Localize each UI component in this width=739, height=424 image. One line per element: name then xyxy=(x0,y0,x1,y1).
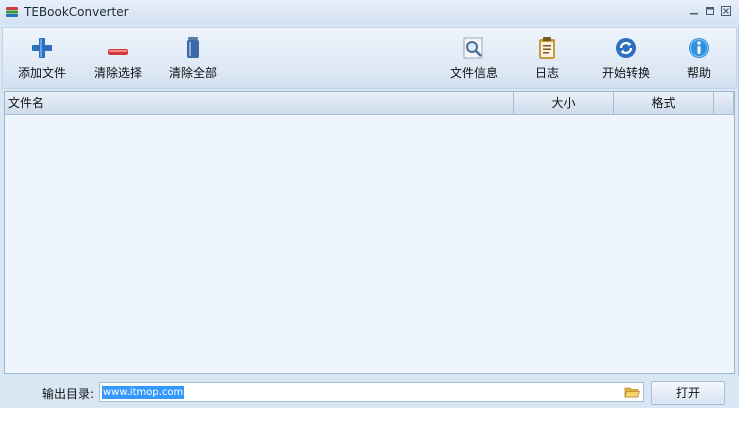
output-dir-value[interactable]: www.itmop.com xyxy=(102,386,185,399)
file-info-button[interactable]: 文件信息 xyxy=(446,31,502,87)
output-dir-field[interactable]: www.itmop.com xyxy=(99,382,644,402)
table-header: 文件名 大小 格式 xyxy=(5,92,734,115)
background-strip xyxy=(0,408,739,424)
trash-icon xyxy=(165,31,221,61)
column-header-spacer xyxy=(714,92,734,114)
toolbar: 添加文件 清除选择 清除全部 文件信息 日志 开始转换 帮助 xyxy=(2,27,737,89)
clear-all-button[interactable]: 清除全部 xyxy=(165,31,221,87)
column-header-format[interactable]: 格式 xyxy=(614,92,714,114)
app-window: TEBookConverter 添加文件 清除选择 清除全部 文件信息 日志 开… xyxy=(0,0,739,408)
open-button[interactable]: 打开 xyxy=(651,381,725,405)
clear-all-label: 清除全部 xyxy=(168,66,217,80)
minus-icon xyxy=(90,31,146,61)
output-bar: 输出目录: www.itmop.com 打开 xyxy=(0,376,739,408)
start-convert-button[interactable]: 开始转换 xyxy=(597,31,655,87)
folder-icon[interactable] xyxy=(624,385,641,399)
log-button[interactable]: 日志 xyxy=(527,31,567,87)
plus-icon xyxy=(15,31,69,61)
window-title: TEBookConverter xyxy=(24,5,129,19)
add-file-button[interactable]: 添加文件 xyxy=(15,31,69,87)
add-file-label: 添加文件 xyxy=(17,66,66,80)
column-header-filename[interactable]: 文件名 xyxy=(5,92,514,114)
help-label: 帮助 xyxy=(686,66,711,80)
log-label: 日志 xyxy=(534,66,559,80)
maximize-icon[interactable] xyxy=(705,5,715,15)
file-info-label: 文件信息 xyxy=(449,66,498,80)
file-list[interactable]: 文件名 大小 格式 xyxy=(4,91,735,374)
help-button[interactable]: 帮助 xyxy=(681,31,717,87)
output-dir-label: 输出目录: xyxy=(42,387,95,401)
clear-selection-label: 清除选择 xyxy=(93,66,142,80)
magnifier-icon xyxy=(446,31,502,61)
books-icon xyxy=(5,5,19,19)
start-convert-label: 开始转换 xyxy=(601,66,650,80)
close-icon[interactable] xyxy=(721,5,731,16)
clipboard-icon xyxy=(527,31,567,61)
minimize-icon[interactable] xyxy=(689,5,699,15)
clear-selection-button[interactable]: 清除选择 xyxy=(90,31,146,87)
column-header-size[interactable]: 大小 xyxy=(514,92,614,114)
title-bar: TEBookConverter xyxy=(0,0,739,24)
info-icon xyxy=(681,31,717,61)
refresh-icon xyxy=(597,31,655,61)
